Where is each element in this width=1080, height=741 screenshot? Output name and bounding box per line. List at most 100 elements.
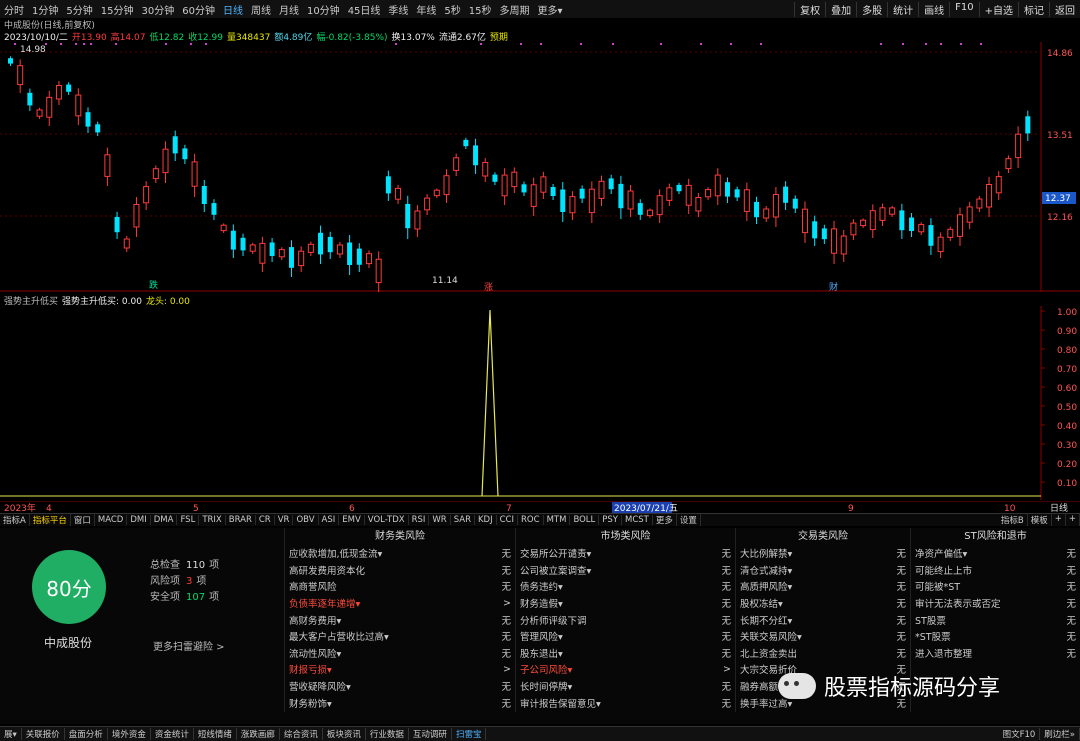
bottom-tab-3[interactable]: 境外资金 <box>108 728 151 740</box>
risk-item[interactable]: 流动性风险▾ 无 <box>285 645 515 662</box>
indicator-tab-13[interactable]: EMV <box>339 515 365 525</box>
risk-item[interactable]: 高财务费用▾ 无 <box>285 611 515 628</box>
bottom-tab-7[interactable]: 综合资讯 <box>280 728 323 740</box>
period-tab-13[interactable]: 5秒 <box>440 2 464 17</box>
tabbar-right-btn-2[interactable]: + <box>1052 514 1066 526</box>
risk-item[interactable]: 交易所公开谴责▾ 无 <box>516 545 735 562</box>
indicator-tab-2[interactable]: 窗口 <box>71 514 95 526</box>
indicator-tab-18[interactable]: KDJ <box>475 515 497 525</box>
indicator-tab-14[interactable]: VOL-TDX <box>365 515 409 525</box>
period-corner[interactable]: 日线 <box>1050 502 1068 513</box>
indicator-tab-20[interactable]: ROC <box>518 515 544 525</box>
risk-item[interactable]: 审计无法表示或否定 无 <box>911 595 1080 612</box>
period-tab-16[interactable]: 更多▾ <box>534 2 567 17</box>
period-tab-9[interactable]: 10分钟 <box>303 2 344 17</box>
indicator-tab-7[interactable]: TRIX <box>199 515 226 525</box>
risk-item[interactable]: 最大客户占营收比过高▾ 无 <box>285 628 515 645</box>
period-tab-6[interactable]: 日线 <box>219 2 247 17</box>
risk-item[interactable]: 高质押风险▾ 无 <box>736 578 910 595</box>
risk-item[interactable]: 高商誉风险 无 <box>285 578 515 595</box>
risk-item[interactable]: 高研发费用资本化 无 <box>285 562 515 579</box>
risk-item[interactable]: 关联交易风险▾ 无 <box>736 628 910 645</box>
quote-extra[interactable]: 预期 <box>490 30 508 43</box>
indicator-chart[interactable]: 1.00 0.90 0.80 0.70 0.60 0.50 0.40 0.30 0.20 0.10 <box>0 306 1080 500</box>
indicator-tab-19[interactable]: CCI <box>497 515 519 525</box>
indicator-tab-0[interactable]: 指标A <box>0 514 30 526</box>
indicator-tab-12[interactable]: ASI <box>319 515 340 525</box>
bottom-tab-10[interactable]: 互动调研 <box>409 728 452 740</box>
risk-item[interactable]: 长期不分红▾ 无 <box>736 611 910 628</box>
period-tab-1[interactable]: 1分钟 <box>28 2 62 17</box>
toolbar-btn-3[interactable]: 统计 <box>887 1 918 17</box>
period-tab-14[interactable]: 15秒 <box>465 2 496 17</box>
risk-item[interactable]: 净资产偏低▾ 无 <box>911 545 1080 562</box>
period-tab-8[interactable]: 月线 <box>275 2 303 17</box>
indicator-tab-3[interactable]: MACD <box>95 515 128 525</box>
risk-item[interactable]: 股权冻结▾ 无 <box>736 595 910 612</box>
indicator-tab-26[interactable]: 设置 <box>677 514 701 526</box>
period-tab-0[interactable]: 分时 <box>0 2 28 17</box>
period-tab-2[interactable]: 5分钟 <box>62 2 96 17</box>
risk-item[interactable]: 负债率逐年递增▾ > <box>285 595 515 612</box>
risk-item[interactable]: 财务造假▾ 无 <box>516 595 735 612</box>
indicator-name[interactable]: 强势主升低买 <box>4 294 58 307</box>
risk-item[interactable]: ST股票 无 <box>911 611 1080 628</box>
period-tab-7[interactable]: 周线 <box>247 2 275 17</box>
risk-item[interactable]: 长时间停牌▾ 无 <box>516 678 735 695</box>
indicator-tab-22[interactable]: BOLL <box>570 515 600 525</box>
risk-item[interactable]: 可能被*ST 无 <box>911 578 1080 595</box>
period-tab-12[interactable]: 年线 <box>412 2 440 17</box>
indicator-tab-23[interactable]: PSY <box>599 515 622 525</box>
event-marker-finance[interactable]: 财 <box>829 281 838 292</box>
indicator-tab-17[interactable]: SAR <box>451 515 475 525</box>
indicator-tab-25[interactable]: 更多 <box>653 514 677 526</box>
bottom-tab-11[interactable]: 扫雷宝 <box>452 728 487 740</box>
bottom-tab-9[interactable]: 行业数据 <box>366 728 409 740</box>
risk-item[interactable]: 财报亏损▾ > <box>285 661 515 678</box>
bottom-tab-2[interactable]: 盘面分析 <box>65 728 108 740</box>
risk-item[interactable]: 北上资金卖出 无 <box>736 645 910 662</box>
indicator-tab-21[interactable]: MTM <box>544 515 571 525</box>
risk-item[interactable]: 清仓式减持▾ 无 <box>736 562 910 579</box>
bottom-tab-8[interactable]: 板块资讯 <box>323 728 366 740</box>
period-tab-5[interactable]: 60分钟 <box>178 2 219 17</box>
period-tab-10[interactable]: 45日线 <box>344 2 385 17</box>
risk-item[interactable]: 财务粉饰▾ 无 <box>285 694 515 711</box>
toolbar-btn-2[interactable]: 多股 <box>856 1 887 17</box>
risk-item[interactable]: 进入退市整理 无 <box>911 645 1080 662</box>
period-tab-4[interactable]: 30分钟 <box>137 2 178 17</box>
risk-item[interactable]: 审计报告保留意见▾ 无 <box>516 694 735 711</box>
risk-item[interactable]: 营收疑降风险▾ 无 <box>285 678 515 695</box>
toolbar-btn-1[interactable]: 叠加 <box>825 1 856 17</box>
indicator-tab-4[interactable]: DMI <box>127 515 151 525</box>
indicator-tab-6[interactable]: FSL <box>177 515 200 525</box>
period-tab-15[interactable]: 多周期 <box>496 2 534 17</box>
toolbar-btn-6[interactable]: +自选 <box>978 1 1018 17</box>
bottom-right-btn-0[interactable]: 图文F10 <box>999 728 1041 740</box>
risk-item[interactable]: 管理风险▾ 无 <box>516 628 735 645</box>
risk-item[interactable]: 股东退出▾ 无 <box>516 645 735 662</box>
indicator-tab-16[interactable]: WR <box>429 515 451 525</box>
more-scan-link[interactable]: 更多扫雷避险 > <box>153 638 225 653</box>
risk-item[interactable]: 子公司风险▾ > <box>516 661 735 678</box>
event-marker-drop[interactable]: 跌 <box>149 280 158 291</box>
period-tab-11[interactable]: 季线 <box>384 2 412 17</box>
toolbar-btn-4[interactable]: 画线 <box>918 1 949 17</box>
indicator-tab-5[interactable]: DMA <box>151 515 178 525</box>
indicator-tab-8[interactable]: BRAR <box>226 515 256 525</box>
bottom-right-btn-1[interactable]: 刷边栏» <box>1040 728 1080 740</box>
tabbar-right-btn-0[interactable]: 指标B <box>998 514 1028 526</box>
bottom-tab-1[interactable]: 关联报价 <box>22 728 65 740</box>
tabbar-right-btn-3[interactable]: + <box>1066 514 1080 526</box>
bottom-tab-0[interactable]: 展▾ <box>0 728 22 740</box>
bottom-tab-5[interactable]: 短线情绪 <box>194 728 237 740</box>
toolbar-btn-5[interactable]: F10 <box>949 1 978 17</box>
candlestick-chart[interactable]: 14.86 13.51 12.37 12.16 14.98 11.14 跌 涨 … <box>0 42 1080 292</box>
toolbar-btn-8[interactable]: 返回 <box>1049 1 1080 17</box>
bottom-tab-6[interactable]: 涨跌画廊 <box>237 728 280 740</box>
risk-item[interactable]: 应收款增加,低现金流▾ 无 <box>285 545 515 562</box>
risk-item[interactable]: 大比例解禁▾ 无 <box>736 545 910 562</box>
toolbar-btn-0[interactable]: 复权 <box>794 1 825 17</box>
indicator-tab-11[interactable]: OBV <box>293 515 319 525</box>
risk-item[interactable]: 公司被立案调查▾ 无 <box>516 562 735 579</box>
